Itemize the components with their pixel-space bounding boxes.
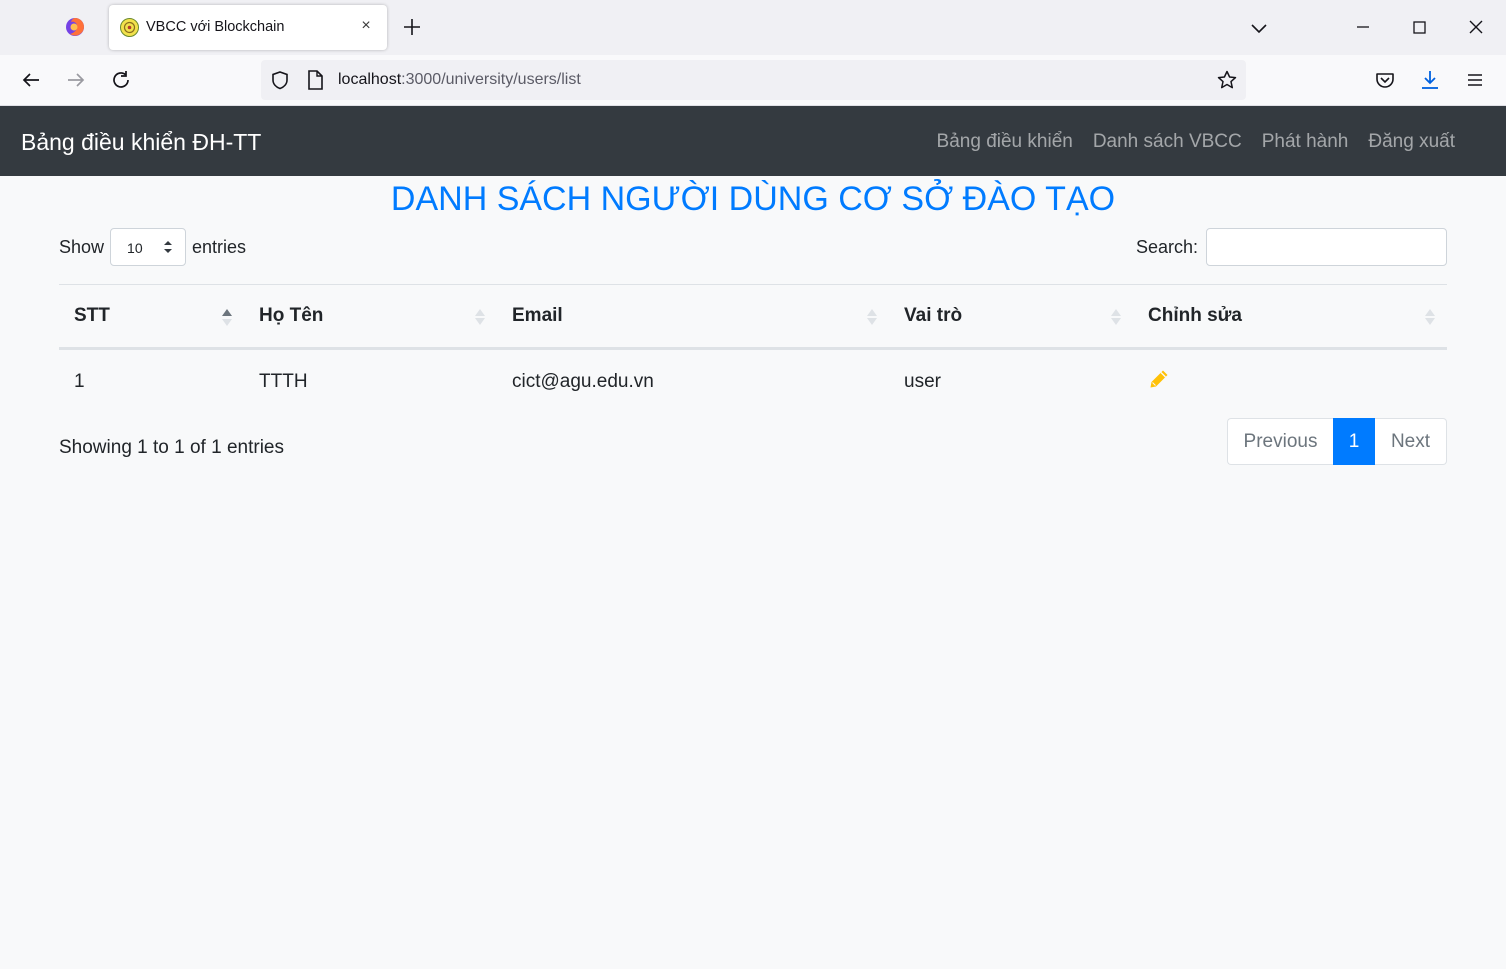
url-host: localhost — [338, 71, 402, 88]
chevron-down-icon[interactable] — [1248, 17, 1270, 39]
next-page-button[interactable]: Next — [1375, 418, 1447, 465]
pagination: Previous 1 Next — [1227, 418, 1447, 465]
nav-link-issue[interactable]: Phát hành — [1262, 131, 1349, 153]
close-window-icon[interactable] — [1464, 15, 1488, 39]
new-tab-icon[interactable] — [400, 15, 424, 39]
sort-icon — [867, 309, 877, 325]
url-text[interactable]: localhost:3000/university/users/list — [338, 71, 581, 89]
entries-length-value: 10 — [127, 240, 143, 256]
browser-toolbar: localhost:3000/university/users/list — [0, 55, 1506, 106]
url-path: :3000/university/users/list — [401, 71, 581, 88]
pocket-icon[interactable] — [1373, 68, 1397, 92]
sort-icon — [475, 309, 485, 325]
nav-link-certificate-list[interactable]: Danh sách VBCC — [1093, 131, 1242, 153]
search-input[interactable] — [1206, 228, 1447, 266]
entries-length-control: Show 10 entries — [59, 228, 246, 266]
page-1-button[interactable]: 1 — [1333, 418, 1375, 465]
close-tab-icon[interactable]: × — [357, 17, 375, 35]
browser-tab-bar: VBCC với Blockchain × — [0, 0, 1506, 55]
column-header-email[interactable]: Email — [497, 284, 889, 350]
navbar-brand[interactable]: Bảng điều khiển ĐH-TT — [21, 129, 261, 156]
tab-title: VBCC với Blockchain — [146, 19, 285, 35]
previous-page-button[interactable]: Previous — [1227, 418, 1333, 465]
url-bar[interactable]: localhost:3000/university/users/list — [261, 60, 1246, 100]
reload-icon[interactable] — [109, 68, 133, 92]
sort-ascending-icon — [222, 309, 232, 326]
column-header-name[interactable]: Họ Tên — [244, 284, 497, 350]
cell-role: user — [904, 370, 941, 392]
nav-link-logout[interactable]: Đăng xuất — [1368, 131, 1455, 153]
nav-link-dashboard[interactable]: Bảng điều khiển — [937, 131, 1073, 153]
app-navbar: Bảng điều khiển ĐH-TT Bảng điều khiển Da… — [0, 106, 1506, 176]
page-icon[interactable] — [305, 69, 325, 91]
firefox-icon[interactable] — [64, 16, 86, 38]
cell-edit — [1133, 349, 1447, 414]
page-title: DANH SÁCH NGƯỜI DÙNG CƠ SỞ ĐÀO TẠO — [390, 180, 1116, 218]
table-header-row: STT Họ Tên Email Vai trò Chỉnh sửa — [59, 284, 1447, 350]
menu-icon[interactable] — [1463, 68, 1487, 92]
show-label: Show — [59, 236, 105, 257]
table-search: Search: — [1136, 228, 1447, 266]
column-label: Chỉnh sửa — [1148, 305, 1242, 326]
select-arrows-icon — [164, 241, 173, 253]
navbar-links: Bảng điều khiển Danh sách VBCC Phát hành… — [937, 131, 1455, 153]
column-header-edit[interactable]: Chỉnh sửa — [1133, 284, 1447, 350]
table-row: 1 TTTH cict@agu.edu.vn user — [59, 349, 1447, 414]
search-label: Search: — [1135, 236, 1198, 257]
column-label: Họ Tên — [259, 305, 324, 326]
entries-length-select[interactable]: 10 — [110, 228, 187, 266]
cell-name: TTTH — [259, 370, 308, 392]
minimize-icon[interactable] — [1351, 15, 1375, 39]
download-icon[interactable] — [1418, 68, 1442, 92]
cell-stt: 1 — [74, 370, 85, 392]
column-header-stt[interactable]: STT — [59, 284, 244, 350]
browser-tab-active[interactable]: VBCC với Blockchain × — [109, 5, 387, 50]
maximize-icon[interactable] — [1407, 15, 1431, 39]
forward-icon[interactable] — [64, 68, 88, 92]
back-icon[interactable] — [19, 68, 43, 92]
bookmark-star-icon[interactable] — [1216, 69, 1238, 91]
sort-icon — [1425, 309, 1435, 325]
site-favicon-icon — [120, 18, 139, 37]
users-table: STT Họ Tên Email Vai trò Chỉnh sửa 1 TTT… — [59, 284, 1447, 414]
table-info: Showing 1 to 1 of 1 entries — [59, 437, 284, 458]
column-header-role[interactable]: Vai trò — [889, 284, 1133, 350]
cell-email: cict@agu.edu.vn — [512, 370, 654, 392]
column-label: Email — [512, 305, 563, 326]
entries-label: entries — [192, 236, 247, 257]
sort-icon — [1111, 309, 1121, 325]
pencil-icon[interactable] — [1148, 368, 1170, 390]
shield-icon[interactable] — [269, 69, 291, 91]
column-label: Vai trò — [904, 305, 963, 326]
column-label: STT — [74, 305, 110, 326]
